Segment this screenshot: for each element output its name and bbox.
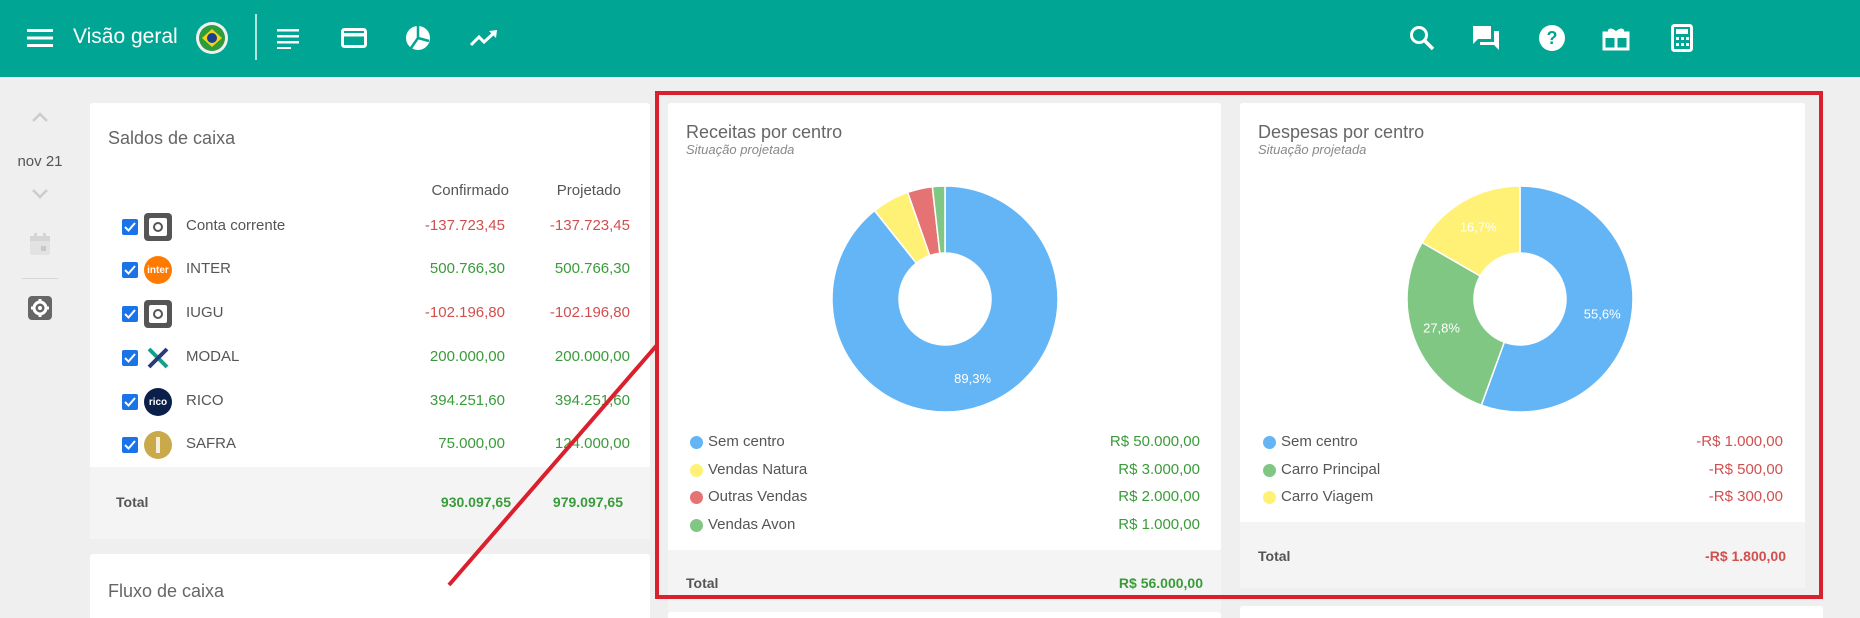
- annotation-line: [447, 343, 659, 587]
